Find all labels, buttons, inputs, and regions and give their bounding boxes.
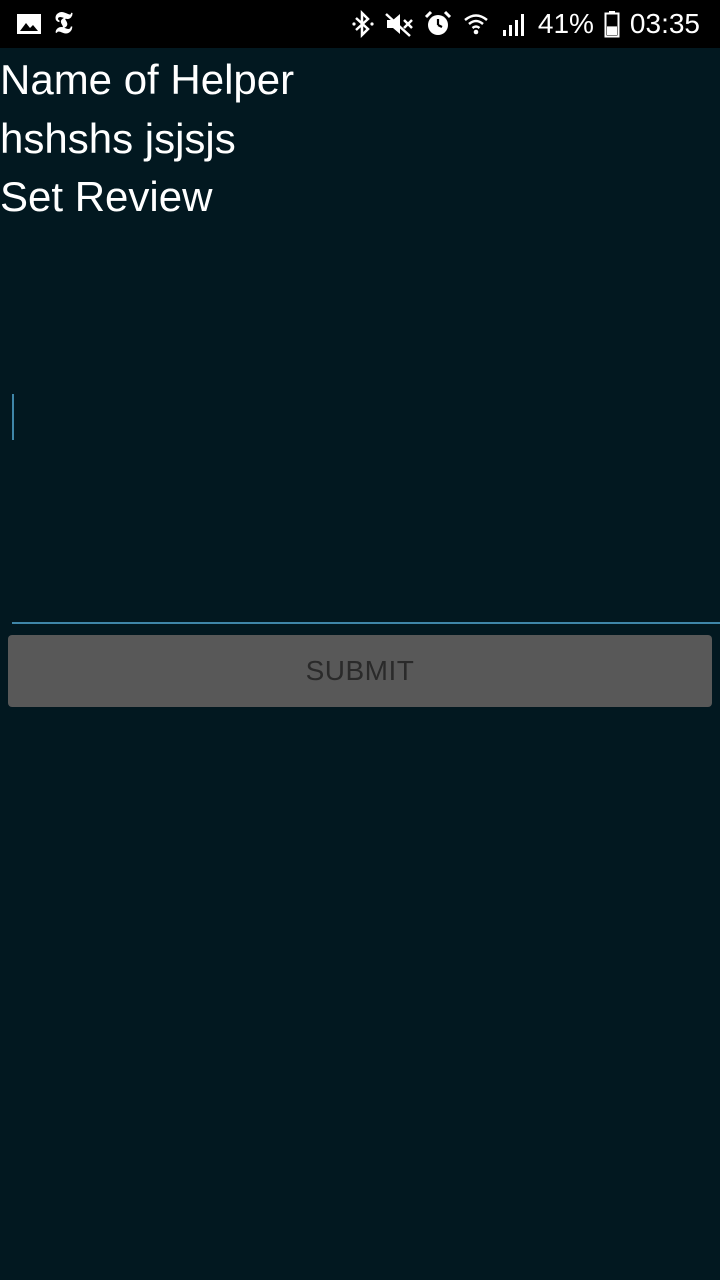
status-time: 03:35: [629, 8, 700, 39]
review-screen: Name of Helper hshshs jsjsjs Set Review …: [0, 48, 720, 1280]
alarm-icon: [424, 10, 452, 38]
status-bar-left: 𝕿: [16, 8, 72, 40]
wifi-icon: [462, 10, 490, 38]
signal-icon: [500, 10, 528, 38]
bluetooth-icon: [352, 10, 374, 38]
status-bar: 𝕿 41% 03:35: [0, 0, 720, 48]
submit-button[interactable]: SUBMIT: [8, 635, 712, 707]
gallery-icon: [16, 12, 42, 36]
mute-icon: [384, 10, 414, 38]
helper-name-value: hshshs jsjsjs: [0, 115, 236, 162]
review-input[interactable]: [12, 248, 720, 624]
text-caret: [12, 394, 14, 440]
nyt-icon: 𝕿: [54, 6, 73, 41]
battery-icon: [604, 10, 620, 38]
helper-name-label: Name of Helper: [0, 56, 295, 103]
status-bar-right: 41% 03:35: [352, 8, 700, 40]
battery-percent: 41%: [537, 8, 594, 39]
set-review-label: Set Review: [0, 173, 213, 220]
